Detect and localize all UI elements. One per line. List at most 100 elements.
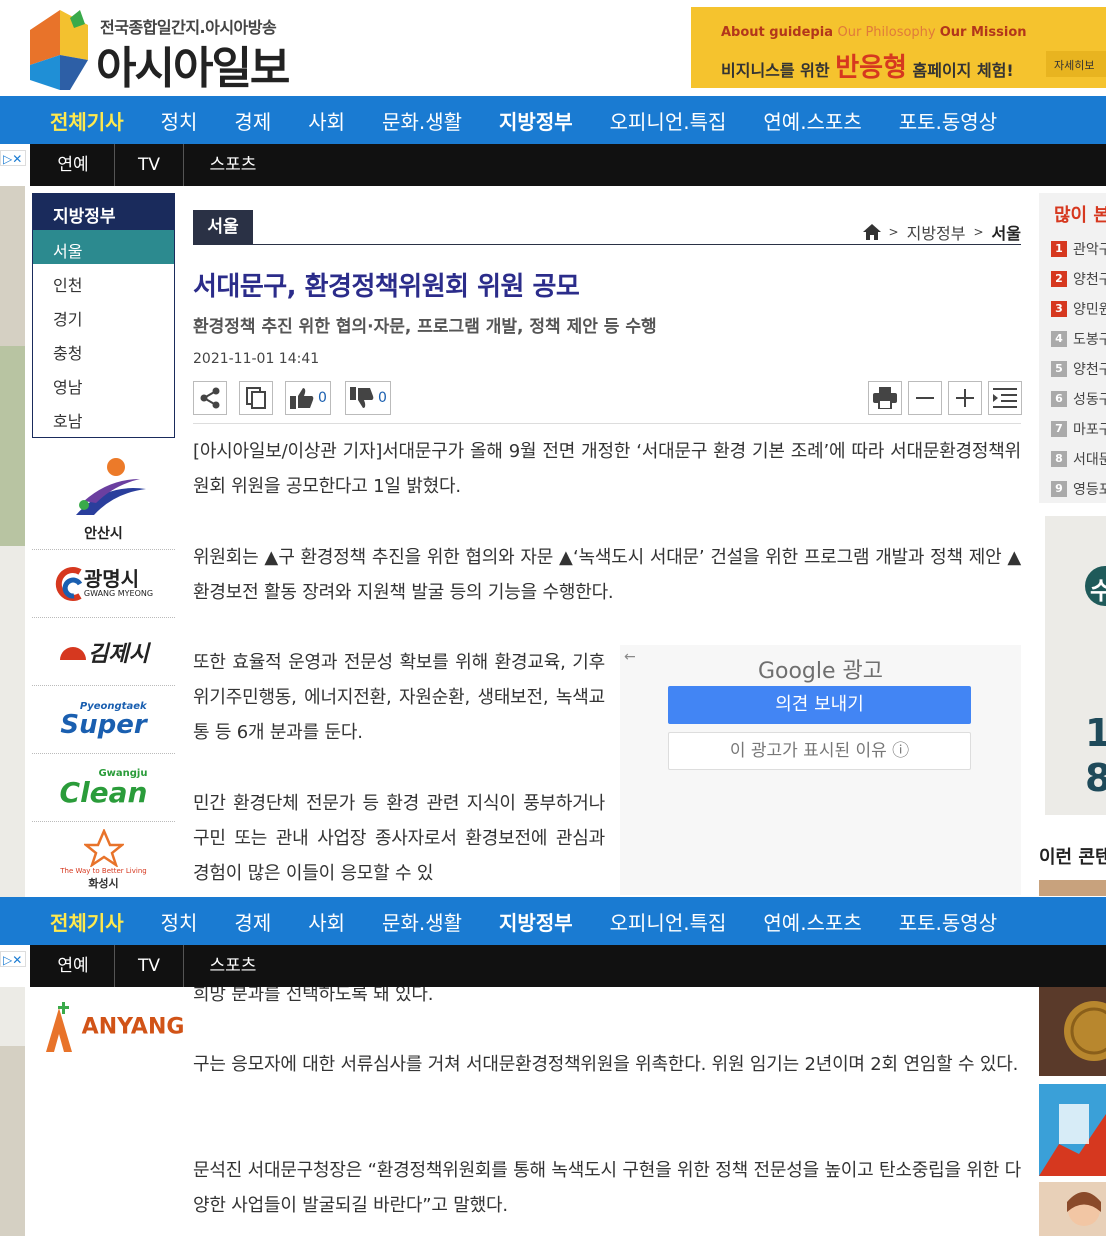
sticky-nav-item-opinion[interactable]: 오피니언.특집 <box>610 907 727 936</box>
left-side-ad[interactable] <box>0 186 25 1236</box>
logo-title[interactable]: 아시아일보 <box>96 32 290 96</box>
popular-item[interactable]: 8 서대문 <box>1051 449 1106 469</box>
thumbs-up-icon <box>290 388 314 409</box>
main-nav: 전체기사 정치 경제 사회 문화.생활 지방정부 오피니언.특집 연예.스포츠 … <box>0 96 1106 144</box>
right-side-ad[interactable]: 수 1 8 <box>1045 516 1106 815</box>
sticky-nav-item-local-gov[interactable]: 지방정부 <box>499 907 573 936</box>
article-paragraph-3: 또한 효율적 운영과 전문성 확보를 위해 환경교육, 기후위기주민행동, 에너… <box>193 652 605 743</box>
city-banner-anyang[interactable]: ANYANG <box>44 1000 184 1055</box>
city-banner-pyeongtaek[interactable]: Pyeongtaek Super <box>32 686 175 754</box>
category-tag[interactable]: 서울 <box>193 210 253 244</box>
breadcrumb-item-seoul[interactable]: 서울 <box>992 220 1021 244</box>
pyeongtaek-label: Super <box>60 709 147 740</box>
popular-item[interactable]: 9 영등포 <box>1051 479 1106 499</box>
city-banner-list: 안산시 광명시 GWANG MYEONG 김제시 Pyeongtaek Supe… <box>32 446 175 898</box>
popular-rank: 2 <box>1051 271 1067 287</box>
dislike-button[interactable]: 0 <box>345 381 391 415</box>
ansan-label: 안산시 <box>84 525 123 542</box>
city-banner-hwaseong[interactable]: The Way to Better Living 화성시 <box>32 822 175 898</box>
popular-text: 서대문 <box>1073 452 1106 468</box>
print-button[interactable] <box>868 381 902 415</box>
article-toolbar: 0 0 <box>193 381 1022 424</box>
home-icon[interactable] <box>862 224 881 240</box>
city-banner-gwangmyeong[interactable]: 광명시 GWANG MYEONG <box>32 550 175 618</box>
menu-item-incheon[interactable]: 인천 <box>33 264 174 298</box>
top-banner-ad[interactable]: About guidepia Our Philosophy Our Missio… <box>691 7 1106 88</box>
popular-item[interactable]: 6 성동구 <box>1051 389 1106 409</box>
content-thumbnail[interactable] <box>1039 1084 1106 1176</box>
sticky-nav-item-society[interactable]: 사회 <box>308 907 345 936</box>
city-banner-gwangju[interactable]: Gwangju Clean <box>32 754 175 822</box>
breadcrumb-item-local-gov[interactable]: 지방정부 <box>907 220 966 244</box>
thumbs-down-icon <box>350 387 374 408</box>
subnav-item-ent[interactable]: 연예 <box>32 144 114 186</box>
menu-item-yeongnam[interactable]: 영남 <box>33 366 174 400</box>
popular-articles: 많이 본 1 관악구 2 양천구 3 양민원 4 도봉구 5 양천구 6 성동구 7 마포구 … <box>1039 193 1106 503</box>
nav-item-economy[interactable]: 경제 <box>234 106 271 135</box>
nav-item-culture[interactable]: 문화.생활 <box>382 106 462 135</box>
list-button[interactable] <box>988 381 1022 415</box>
popular-rank: 8 <box>1051 451 1067 467</box>
city-banner-ansan[interactable]: 안산시 <box>32 446 175 550</box>
popular-rank: 7 <box>1051 421 1067 437</box>
nav-item-all[interactable]: 전체기사 <box>50 106 124 135</box>
subnav-item-tv[interactable]: TV <box>115 144 183 186</box>
menu-item-seoul[interactable]: 서울 <box>33 230 174 264</box>
popular-item[interactable]: 7 마포구 <box>1051 419 1106 439</box>
why-this-ad-button[interactable]: 이 광고가 표시된 이유 ⓘ <box>668 732 971 770</box>
sticky-nav-item-economy[interactable]: 경제 <box>234 907 271 936</box>
font-increase-button[interactable] <box>948 381 982 415</box>
sticky-ad-close-icon[interactable]: ▷✕ <box>0 951 26 967</box>
article-paragraph-2: 위원회는 ▲구 환경정책 추진을 위한 협의와 자문 ▲‘녹색도시 서대문’ 건… <box>193 547 1021 603</box>
hwaseong-en: The Way to Better Living <box>60 866 147 875</box>
copy-button[interactable] <box>239 381 273 415</box>
sticky-nav-item-all[interactable]: 전체기사 <box>50 907 124 936</box>
gwangju-label: Clean <box>59 775 148 809</box>
popular-text: 영등포 <box>1073 482 1106 498</box>
nav-item-photo[interactable]: 포토.동영상 <box>899 106 997 135</box>
sticky-nav-item-photo[interactable]: 포토.동영상 <box>899 907 997 936</box>
article-paragraph-4: 민간 환경단체 전문가 등 환경 관련 지식이 풍부하거나 구민 또는 관내 사… <box>193 793 605 884</box>
right-ad-num2: 8 <box>1085 756 1106 800</box>
send-feedback-button[interactable]: 의견 보내기 <box>668 686 971 724</box>
sticky-nav-item-entertainment[interactable]: 연예.스포츠 <box>763 907 861 936</box>
popular-item[interactable]: 5 양천구 <box>1051 359 1106 379</box>
popular-item[interactable]: 2 양천구 <box>1051 269 1106 289</box>
person-image-icon <box>1067 1192 1101 1226</box>
popular-item[interactable]: 3 양민원 <box>1051 299 1106 319</box>
content-thumbnail[interactable] <box>1039 880 1106 896</box>
sticky-subnav-item-ent[interactable]: 연예 <box>32 945 114 987</box>
dislike-count: 0 <box>378 390 387 406</box>
popular-item[interactable]: 4 도봉구 <box>1051 329 1106 349</box>
like-button[interactable]: 0 <box>285 381 331 415</box>
share-button[interactable] <box>193 381 227 415</box>
share-icon <box>200 387 220 409</box>
nav-item-local-gov[interactable]: 지방정부 <box>499 106 573 135</box>
content-thumbnail[interactable] <box>1039 986 1106 1076</box>
list-icon <box>993 388 1017 408</box>
sticky-nav-item-culture[interactable]: 문화.생활 <box>382 907 462 936</box>
subnav-item-sports[interactable]: 스포츠 <box>184 144 282 186</box>
hwaseong-logo-icon <box>83 828 124 867</box>
menu-item-honam[interactable]: 호남 <box>33 400 174 434</box>
sticky-subnav-item-tv[interactable]: TV <box>115 945 183 987</box>
local-gov-menu-title[interactable]: 지방정부 <box>33 194 174 230</box>
sticky-nav-item-politics[interactable]: 정치 <box>161 907 198 936</box>
city-banner-gimje[interactable]: 김제시 <box>32 618 175 686</box>
popular-text: 양민원 <box>1073 302 1106 318</box>
popular-item[interactable]: 1 관악구 <box>1051 239 1106 259</box>
font-decrease-button[interactable] <box>908 381 942 415</box>
nav-item-entertainment[interactable]: 연예.스포츠 <box>763 106 861 135</box>
content-thumbnail[interactable] <box>1039 1182 1106 1236</box>
print-icon <box>873 387 897 409</box>
nav-item-society[interactable]: 사회 <box>308 106 345 135</box>
banner-more-button[interactable]: 자세히보 <box>1046 51 1106 77</box>
ad-close-icon[interactable]: ▷✕ <box>0 150 26 166</box>
menu-item-gyeonggi[interactable]: 경기 <box>33 298 174 332</box>
nav-item-politics[interactable]: 정치 <box>161 106 198 135</box>
nav-item-opinion[interactable]: 오피니언.특집 <box>610 106 727 135</box>
logo-mark-icon[interactable] <box>30 10 90 90</box>
menu-item-chungcheong[interactable]: 충청 <box>33 332 174 366</box>
google-ad-box: ← Google 광고 의견 보내기 이 광고가 표시된 이유 ⓘ <box>620 645 1021 895</box>
sticky-subnav-item-sports[interactable]: 스포츠 <box>184 945 282 987</box>
